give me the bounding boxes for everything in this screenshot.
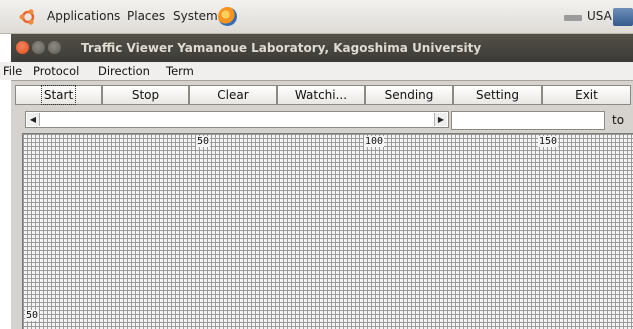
traffic-grid[interactable]: 50 100 150 50 bbox=[22, 133, 633, 329]
applications-menu[interactable]: Applications bbox=[47, 9, 120, 23]
ubuntu-logo-icon[interactable] bbox=[18, 7, 38, 27]
clear-button-label: Clear bbox=[217, 88, 249, 102]
exit-button-label: Exit bbox=[575, 88, 598, 102]
to-label: to bbox=[612, 113, 625, 127]
toolbar: Start Stop Clear Watchi... Sending Setti… bbox=[11, 80, 633, 109]
keyboard-icon[interactable] bbox=[564, 15, 582, 21]
start-button[interactable]: Start bbox=[15, 85, 102, 105]
firefox-icon[interactable] bbox=[218, 7, 237, 26]
y-axis-label-50: 50 bbox=[25, 310, 40, 321]
window-titlebar[interactable]: Traffic Viewer Yamanoue Laboratory, Kago… bbox=[11, 34, 633, 62]
menu-file[interactable]: File bbox=[3, 64, 22, 78]
x-axis-label-100: 100 bbox=[364, 136, 385, 147]
x-axis-label-150: 150 bbox=[538, 136, 559, 147]
range-end-input[interactable] bbox=[451, 111, 605, 130]
close-icon[interactable] bbox=[16, 41, 29, 54]
setting-button[interactable]: Setting bbox=[453, 85, 542, 105]
menu-bar: File Protocol Direction Term bbox=[0, 62, 633, 80]
horizontal-scrollbar[interactable]: ◀ ▶ bbox=[25, 111, 449, 128]
exit-button[interactable]: Exit bbox=[542, 85, 631, 105]
tray-icon[interactable] bbox=[613, 8, 633, 26]
menu-term[interactable]: Term bbox=[166, 64, 194, 78]
sending-button[interactable]: Sending bbox=[365, 85, 453, 105]
start-button-label: Start bbox=[40, 85, 77, 105]
menu-protocol[interactable]: Protocol bbox=[33, 64, 79, 78]
watching-button-label: Watchi... bbox=[294, 88, 348, 102]
scroll-right-icon[interactable]: ▶ bbox=[434, 113, 447, 126]
keyboard-layout-indicator[interactable]: USA bbox=[587, 9, 612, 23]
top-panel: Applications Places System USA bbox=[0, 0, 633, 34]
setting-button-label: Setting bbox=[476, 88, 519, 102]
watching-button[interactable]: Watchi... bbox=[277, 85, 365, 105]
maximize-icon[interactable] bbox=[48, 41, 61, 54]
minimize-icon[interactable] bbox=[32, 41, 45, 54]
x-axis-label-50: 50 bbox=[196, 136, 211, 147]
system-menu[interactable]: System bbox=[173, 9, 218, 23]
sending-button-label: Sending bbox=[384, 88, 434, 102]
scroll-left-icon[interactable]: ◀ bbox=[27, 113, 40, 126]
clear-button[interactable]: Clear bbox=[189, 85, 277, 105]
window-title: Traffic Viewer Yamanoue Laboratory, Kago… bbox=[81, 41, 482, 55]
places-menu[interactable]: Places bbox=[127, 9, 165, 23]
menu-direction[interactable]: Direction bbox=[98, 64, 150, 78]
stop-button-label: Stop bbox=[131, 88, 160, 102]
stop-button[interactable]: Stop bbox=[102, 85, 189, 105]
